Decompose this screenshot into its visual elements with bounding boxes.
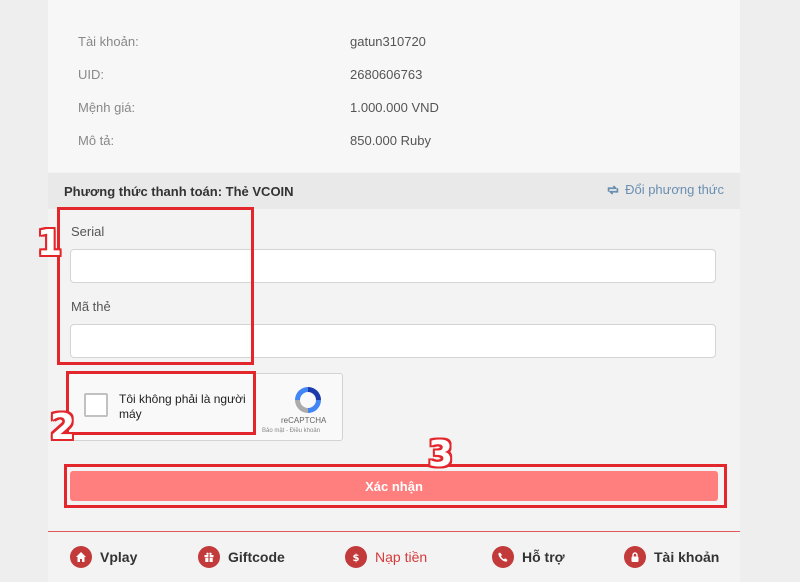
- recaptcha-terms[interactable]: Bảo mật - Điều khoản: [262, 428, 320, 434]
- step-badge-1: 1: [37, 223, 63, 264]
- payment-method-bar: Phương thức thanh toán: Thẻ VCOIN Đổi ph…: [48, 173, 740, 209]
- info-label: Mệnh giá:: [78, 100, 136, 115]
- info-label: Mô tả:: [78, 133, 115, 148]
- nav-label: Nạp tiền: [375, 549, 428, 565]
- nav-item-account[interactable]: Tài khoản: [624, 546, 719, 568]
- recaptcha-brand: reCAPTCHA: [281, 416, 327, 425]
- nav-item-vplay[interactable]: Vplay: [70, 546, 137, 568]
- nav-item-giftcode[interactable]: Giftcode: [198, 546, 285, 568]
- dollar-icon: $: [345, 546, 367, 568]
- step-badge-2: 2: [50, 407, 76, 448]
- nav-label: Hỗ trợ: [522, 549, 565, 565]
- info-value: gatun310720: [350, 34, 426, 49]
- nav-label: Giftcode: [228, 549, 285, 565]
- step-badge-3: 3: [428, 434, 454, 475]
- info-value: 850.000 Ruby: [350, 133, 431, 148]
- lock-icon: [624, 546, 646, 568]
- info-value: 2680606763: [350, 67, 423, 82]
- nav-label: Vplay: [100, 549, 138, 565]
- home-icon: [70, 546, 92, 568]
- footer-nav: Vplay Giftcode $ Nạp tiền Hỗ trợ Tài kho…: [48, 532, 740, 582]
- info-label: Tài khoản:: [78, 34, 139, 49]
- nav-item-topup[interactable]: $ Nạp tiền: [345, 546, 427, 568]
- info-value: 1.000.000 VND: [350, 100, 439, 115]
- payment-method-title: Phương thức thanh toán: Thẻ VCOIN: [64, 184, 294, 199]
- refresh-icon: [607, 185, 619, 194]
- info-label: UID:: [78, 67, 104, 82]
- change-method-link[interactable]: Đổi phương thức: [606, 182, 724, 197]
- svg-text:$: $: [353, 553, 360, 563]
- highlight-box-submit: [64, 464, 727, 508]
- recaptcha-logo-icon: [295, 387, 321, 413]
- change-method-label: Đổi phương thức: [625, 182, 724, 197]
- account-info-section: Tài khoản: gatun310720 UID: 2680606763 M…: [48, 0, 740, 172]
- nav-label: Tài khoản: [654, 549, 720, 565]
- highlight-box-fields: [57, 207, 254, 365]
- phone-icon: [492, 546, 514, 568]
- highlight-box-captcha: [66, 371, 256, 435]
- nav-item-support[interactable]: Hỗ trợ: [492, 546, 565, 568]
- gift-icon: [198, 546, 220, 568]
